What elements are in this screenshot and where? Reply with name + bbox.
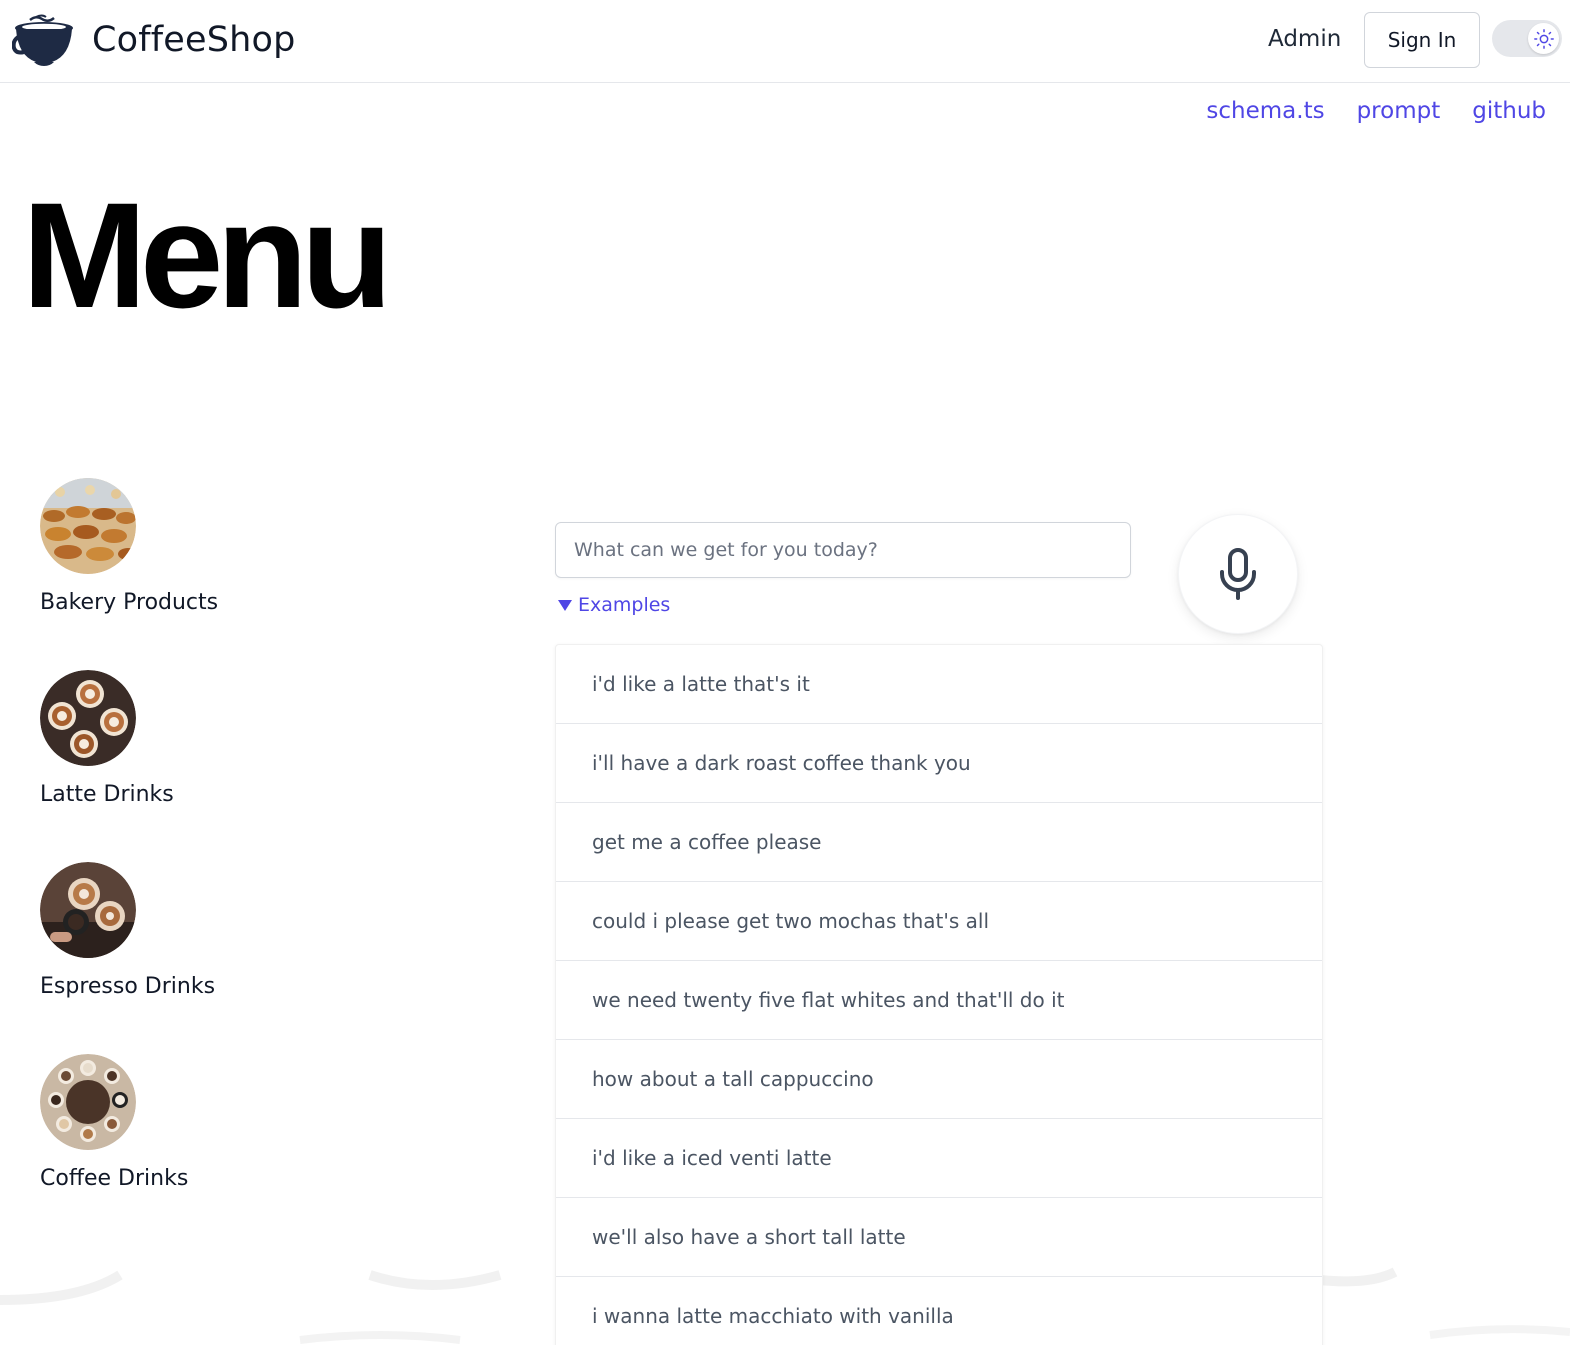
category-bakery-products[interactable]: Bakery Products — [40, 478, 300, 615]
coffee-image — [40, 1054, 136, 1150]
example-item[interactable]: i wanna latte macchiato with vanilla — [556, 1277, 1322, 1345]
example-item[interactable]: how about a tall cappuccino — [556, 1040, 1322, 1119]
category-label: Latte Drinks — [40, 782, 174, 807]
bakery-image — [40, 478, 136, 574]
coffee-cup-logo-icon[interactable] — [12, 14, 76, 66]
category-label: Espresso Drinks — [40, 974, 216, 999]
page-title: Menu — [22, 171, 393, 339]
category-label: Bakery Products — [40, 590, 219, 615]
examples-label: Examples — [578, 594, 671, 616]
github-link[interactable]: github — [1472, 98, 1546, 124]
example-item[interactable]: i'd like a iced venti latte — [556, 1119, 1322, 1198]
schema-link[interactable]: schema.ts — [1206, 98, 1324, 124]
espresso-image — [40, 862, 136, 958]
top-navbar: CoffeeShop Admin Sign In — [0, 0, 1570, 83]
examples-toggle[interactable]: Examples — [558, 594, 670, 616]
example-item[interactable]: i'd like a latte that's it — [556, 645, 1322, 724]
example-item[interactable]: could i please get two mochas that's all — [556, 882, 1322, 961]
order-input[interactable] — [555, 522, 1131, 578]
latte-image — [40, 670, 136, 766]
brand-name[interactable]: CoffeeShop — [92, 20, 296, 60]
microphone-button[interactable] — [1178, 514, 1298, 634]
example-item[interactable]: we'll also have a short tall latte — [556, 1198, 1322, 1277]
example-item[interactable]: i'll have a dark roast coffee thank you — [556, 724, 1322, 803]
caret-down-icon — [558, 599, 572, 611]
example-item[interactable]: get me a coffee please — [556, 803, 1322, 882]
prompt-link[interactable]: prompt — [1357, 98, 1441, 124]
example-item[interactable]: we need twenty five flat whites and that… — [556, 961, 1322, 1040]
examples-list: i'd like a latte that's it i'll have a d… — [555, 644, 1323, 1345]
category-espresso-drinks[interactable]: Espresso Drinks — [40, 862, 300, 999]
resource-links: schema.ts prompt github — [1206, 98, 1546, 124]
theme-toggle[interactable] — [1492, 20, 1562, 57]
category-latte-drinks[interactable]: Latte Drinks — [40, 670, 300, 807]
microphone-icon — [1220, 548, 1256, 600]
page: CoffeeShop Admin Sign In schema.ts promp… — [0, 0, 1570, 1345]
theme-toggle-knob — [1528, 23, 1559, 54]
category-coffee-drinks[interactable]: Coffee Drinks — [40, 1054, 300, 1191]
sun-icon — [1533, 28, 1554, 49]
admin-link[interactable]: Admin — [1268, 26, 1341, 52]
sign-in-button[interactable]: Sign In — [1364, 12, 1480, 68]
category-label: Coffee Drinks — [40, 1166, 189, 1191]
